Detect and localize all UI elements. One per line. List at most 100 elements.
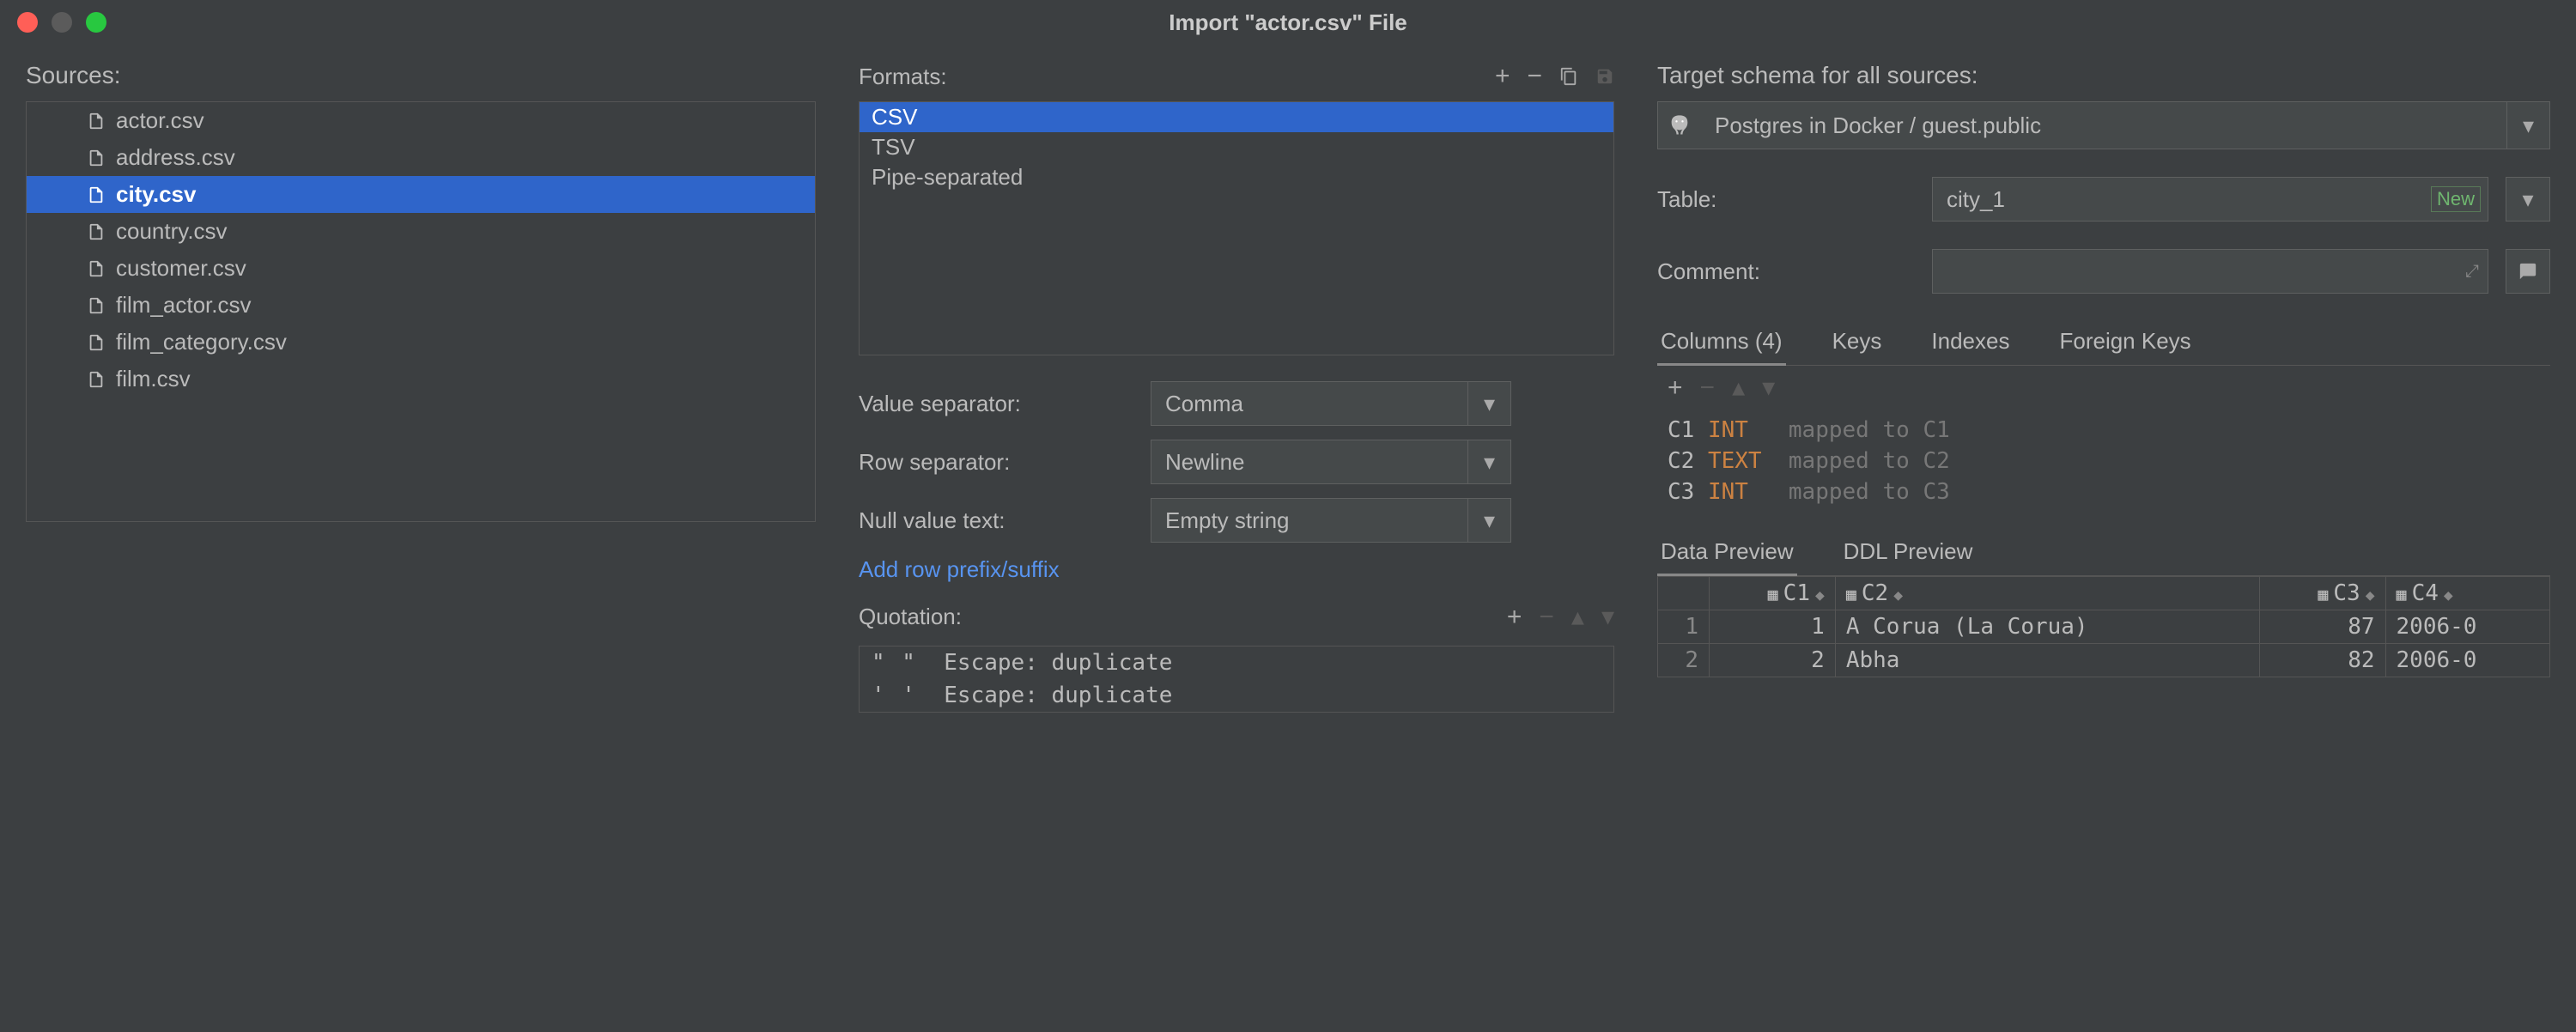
target-schema-combo[interactable]: Postgres in Docker / guest.public ▾	[1657, 101, 2550, 149]
column-remove-icon: −	[1700, 373, 1716, 403]
remove-format-icon[interactable]: −	[1527, 62, 1542, 91]
cell[interactable]: 2	[1710, 644, 1836, 677]
null-text-combo[interactable]: Empty string ▾	[1151, 498, 1511, 543]
row-separator-combo[interactable]: Newline ▾	[1151, 440, 1511, 484]
column-header[interactable]: ▦C1◆	[1710, 577, 1836, 610]
window-title: Import "actor.csv" File	[1169, 9, 1407, 36]
tab[interactable]: Foreign Keys	[2056, 319, 2194, 366]
source-item[interactable]: city.csv	[27, 176, 815, 213]
source-item[interactable]: film.csv	[27, 361, 815, 398]
tab[interactable]: Indexes	[1928, 319, 2013, 366]
file-icon	[87, 110, 106, 132]
cell[interactable]: 2006-0	[2385, 610, 2549, 644]
source-item-label: film_category.csv	[116, 329, 287, 355]
cell[interactable]: 2006-0	[2385, 644, 2549, 677]
source-item-label: city.csv	[116, 181, 196, 208]
column-mapping-row[interactable]: C3 INT mapped to C3	[1668, 477, 2540, 507]
quotation-remove-icon: −	[1539, 603, 1554, 632]
cell[interactable]: 82	[2259, 644, 2385, 677]
comment-label: Comment:	[1657, 258, 1915, 285]
value-separator-combo[interactable]: Comma ▾	[1151, 381, 1511, 426]
preview-tab[interactable]: Data Preview	[1657, 530, 1797, 576]
tab[interactable]: Keys	[1829, 319, 1886, 366]
formats-list[interactable]: CSVTSVPipe-separated	[859, 101, 1614, 355]
copy-format-icon[interactable]	[1559, 67, 1578, 86]
postgres-icon	[1658, 113, 1701, 137]
data-preview-table[interactable]: ▦C1◆▦C2◆▦C3◆▦C4◆ 11A Corua (La Corua)872…	[1657, 576, 2550, 677]
close-window-button[interactable]	[17, 12, 38, 33]
quotation-up-icon: ▴	[1571, 602, 1584, 632]
source-item[interactable]: address.csv	[27, 139, 815, 176]
format-item[interactable]: Pipe-separated	[860, 162, 1613, 192]
source-item[interactable]: customer.csv	[27, 250, 815, 287]
sources-list[interactable]: actor.csv address.csv city.csv country.csv c…	[26, 101, 816, 522]
column-header[interactable]: ▦C4◆	[2385, 577, 2549, 610]
target-schema-label: Target schema for all sources:	[1657, 62, 2550, 89]
sources-label: Sources:	[26, 62, 816, 89]
source-item-label: customer.csv	[116, 255, 246, 282]
file-icon	[87, 368, 106, 391]
value-separator-value: Comma	[1151, 391, 1467, 417]
source-item-label: country.csv	[116, 218, 228, 245]
source-item[interactable]: actor.csv	[27, 102, 815, 139]
chevron-down-icon: ▾	[1467, 382, 1510, 425]
row-number: 2	[1658, 644, 1710, 677]
maximize-window-button[interactable]	[86, 12, 106, 33]
row-separator-value: Newline	[1151, 449, 1467, 476]
quotation-item[interactable]: " " Escape: duplicate	[860, 647, 1613, 679]
comment-input[interactable]: ⤢	[1932, 249, 2488, 294]
formats-label: Formats:	[859, 64, 947, 90]
cell[interactable]: A Corua (La Corua)	[1835, 610, 2259, 644]
source-item-label: film.csv	[116, 366, 191, 392]
column-icon: ▦	[2397, 584, 2407, 604]
add-format-icon[interactable]: +	[1495, 62, 1510, 91]
file-icon	[87, 147, 106, 169]
column-header[interactable]: ▦C3◆	[2259, 577, 2385, 610]
save-format-icon	[1595, 67, 1614, 86]
tab[interactable]: Columns (4)	[1657, 319, 1786, 366]
quotation-list[interactable]: " " Escape: duplicate' ' Escape: duplica…	[859, 646, 1614, 713]
minimize-window-button[interactable]	[52, 12, 72, 33]
table-name-value: city_1	[1933, 186, 2431, 213]
table-dropdown-button[interactable]: ▾	[2506, 177, 2550, 222]
table-row[interactable]: 22Abha822006-0	[1658, 644, 2550, 677]
row-separator-label: Row separator:	[859, 449, 1151, 476]
cell[interactable]: 87	[2259, 610, 2385, 644]
source-item[interactable]: film_category.csv	[27, 324, 815, 361]
file-icon	[87, 331, 106, 354]
add-prefix-suffix-link[interactable]: Add row prefix/suffix	[859, 556, 1614, 583]
titlebar: Import "actor.csv" File	[0, 0, 2576, 45]
quotation-item[interactable]: ' ' Escape: duplicate	[860, 679, 1613, 712]
column-up-icon: ▴	[1732, 373, 1745, 403]
quotation-add-icon[interactable]: +	[1507, 603, 1522, 632]
preview-tabs: Data Preview DDL Preview	[1657, 530, 2550, 576]
source-item[interactable]: film_actor.csv	[27, 287, 815, 324]
quotation-down-icon: ▾	[1601, 602, 1614, 632]
file-icon	[87, 184, 106, 206]
column-header[interactable]: ▦C2◆	[1835, 577, 2259, 610]
cell[interactable]: 1	[1710, 610, 1836, 644]
column-mapping-row[interactable]: C1 INT mapped to C1	[1668, 415, 2540, 446]
table-name-input[interactable]: city_1 New	[1932, 177, 2488, 222]
format-item[interactable]: CSV	[860, 102, 1613, 132]
column-down-icon: ▾	[1762, 373, 1775, 403]
chevron-down-icon: ▾	[2506, 102, 2549, 149]
column-tabs: Columns (4) Keys Indexes Foreign Keys	[1657, 319, 2550, 366]
chevron-down-icon: ▾	[1467, 440, 1510, 483]
target-schema-value: Postgres in Docker / guest.public	[1701, 112, 2506, 139]
new-badge: New	[2431, 186, 2481, 212]
expand-icon: ⤢	[2465, 262, 2479, 282]
null-text-value: Empty string	[1151, 507, 1467, 534]
row-number: 1	[1658, 610, 1710, 644]
column-mapping-row[interactable]: C2 TEXT mapped to C2	[1668, 446, 2540, 477]
source-item-label: actor.csv	[116, 107, 204, 134]
format-item[interactable]: TSV	[860, 132, 1613, 162]
preview-tab[interactable]: DDL Preview	[1840, 530, 1977, 576]
comment-action-button[interactable]	[2506, 249, 2550, 294]
table-row[interactable]: 11A Corua (La Corua)872006-0	[1658, 610, 2550, 644]
column-add-icon[interactable]: +	[1668, 373, 1683, 403]
cell[interactable]: Abha	[1835, 644, 2259, 677]
source-item[interactable]: country.csv	[27, 213, 815, 250]
table-label: Table:	[1657, 186, 1915, 213]
column-mapping-list[interactable]: C1 INT mapped to C1C2 TEXT mapped to C2C…	[1657, 410, 2550, 513]
